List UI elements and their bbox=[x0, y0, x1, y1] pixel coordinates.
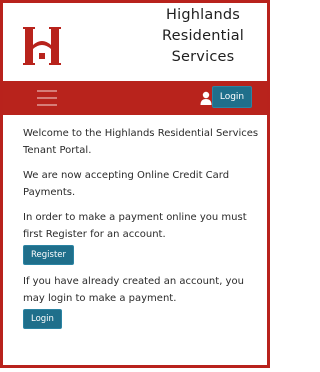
nav-login-button[interactable]: Login bbox=[212, 86, 252, 108]
brand-name: Highlands Residential Services bbox=[143, 5, 263, 68]
accepting-payments-text: We are now accepting Online Credit Card … bbox=[23, 170, 230, 198]
highlands-logo[interactable] bbox=[21, 23, 67, 67]
login-button[interactable]: Login bbox=[23, 309, 62, 329]
login-prompt-text: If you have already created an account, … bbox=[23, 276, 244, 304]
page-frame: Highlands Residential Services Login Wel… bbox=[0, 0, 270, 368]
register-button[interactable]: Register bbox=[23, 245, 74, 265]
main-content: Welcome to the Highlands Residential Ser… bbox=[23, 125, 259, 337]
brand-line-2: Residential bbox=[161, 28, 245, 44]
welcome-text: Welcome to the Highlands Residential Ser… bbox=[23, 128, 259, 156]
top-navbar: Login bbox=[3, 81, 267, 115]
user-icon bbox=[200, 91, 212, 105]
register-prompt-text: In order to make a payment online you mu… bbox=[23, 212, 247, 240]
header-brand: Highlands Residential Services bbox=[3, 3, 267, 79]
brand-line-3: Services bbox=[171, 49, 235, 65]
brand-line-1: Highlands bbox=[166, 7, 240, 23]
hamburger-menu-icon[interactable] bbox=[37, 90, 57, 106]
